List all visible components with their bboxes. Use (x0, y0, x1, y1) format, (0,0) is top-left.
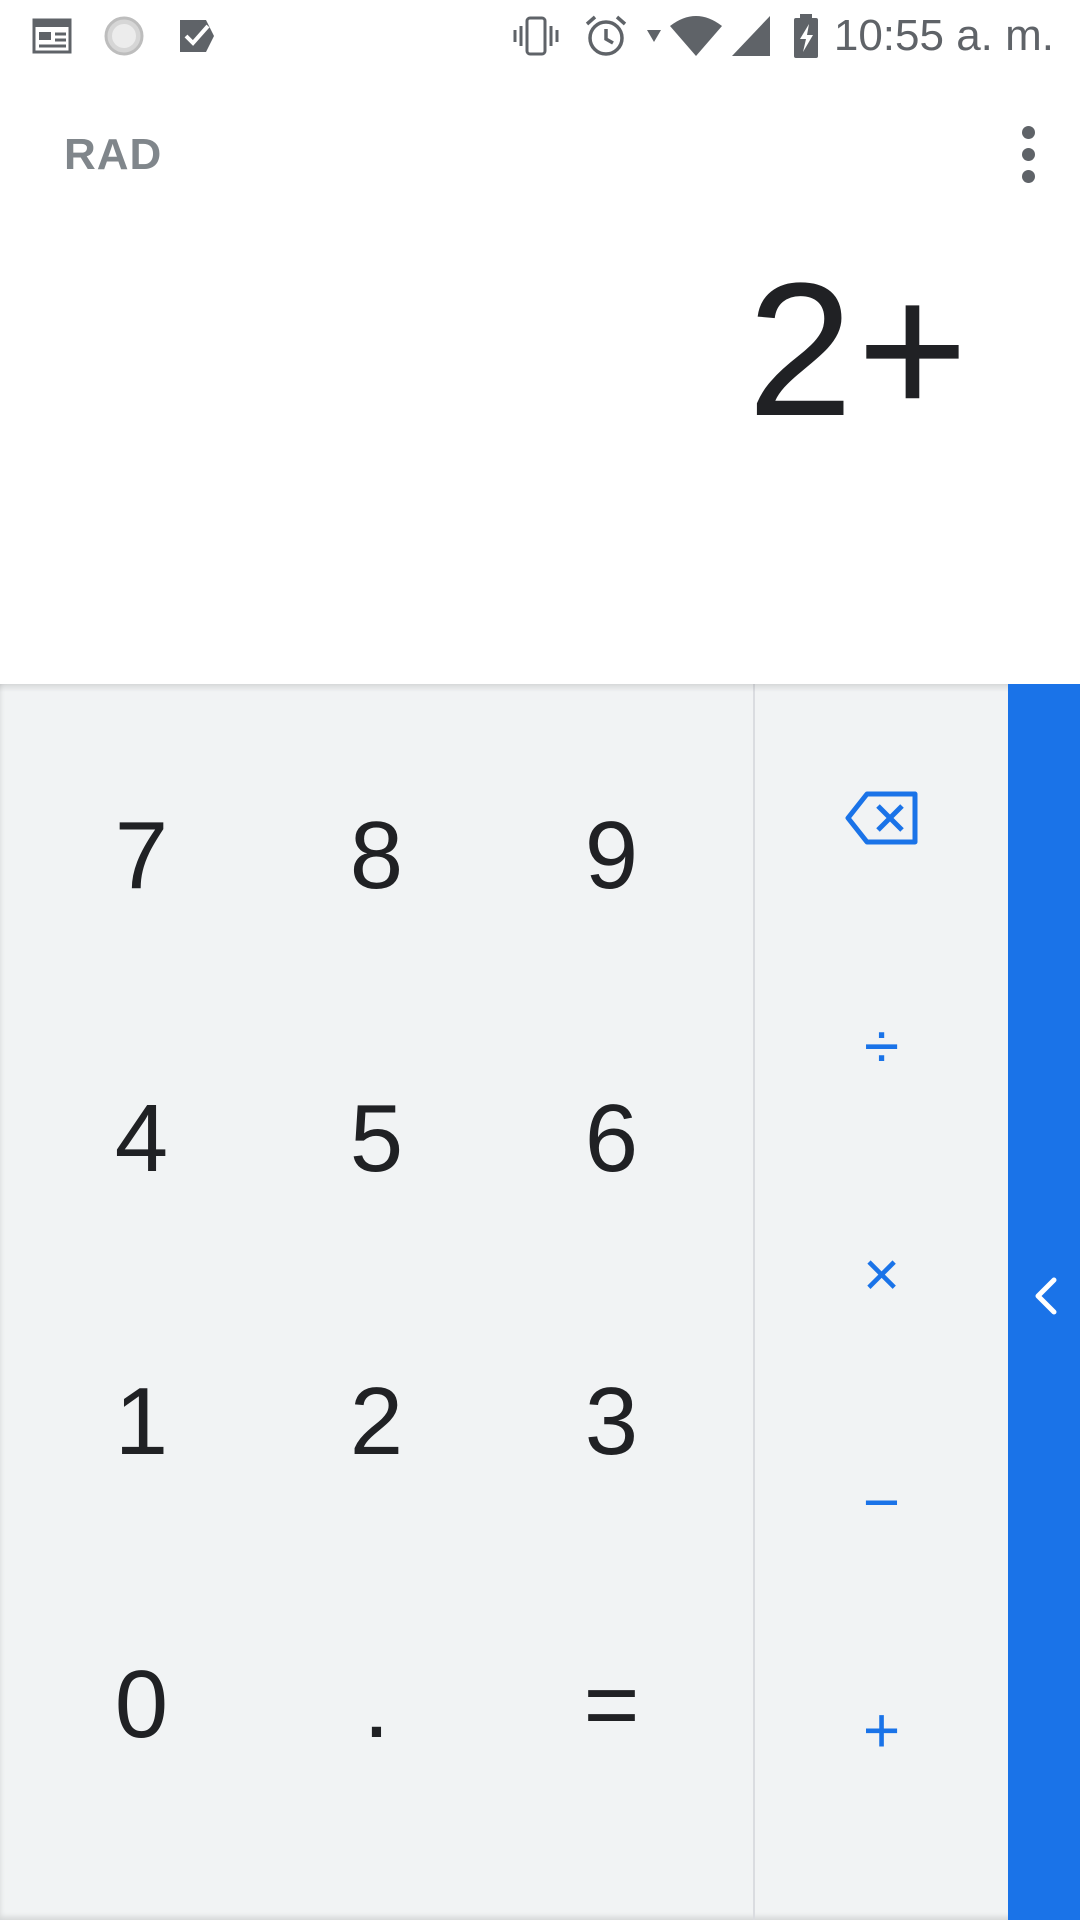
advanced-pad-drawer[interactable] (1008, 684, 1080, 1920)
wifi-icon (668, 12, 724, 60)
key-9[interactable]: 9 (494, 714, 729, 997)
key-4[interactable]: 4 (24, 997, 259, 1280)
chevron-left-icon (1035, 1277, 1057, 1315)
status-clock: 10:55 a. m. (833, 11, 1054, 60)
backspace-icon (845, 791, 917, 845)
more-vert-icon[interactable] (996, 114, 1060, 194)
battery-charging-icon (786, 12, 826, 60)
display-shadow (0, 684, 1008, 692)
status-bar: 10:55 a. m. (0, 0, 1080, 74)
key-2[interactable]: 2 (259, 1280, 494, 1563)
data-down-icon (644, 26, 664, 46)
key-7[interactable]: 7 (24, 714, 259, 997)
key-equals[interactable]: = (494, 1563, 729, 1846)
key-8[interactable]: 8 (259, 714, 494, 997)
loading-icon (100, 12, 148, 60)
angle-mode-toggle[interactable]: RAD (64, 130, 162, 180)
menu-dot (1021, 147, 1035, 161)
key-6[interactable]: 6 (494, 997, 729, 1280)
subtract-button[interactable]: − (755, 1388, 1008, 1616)
delete-button[interactable] (755, 704, 1008, 932)
menu-dot (1021, 125, 1035, 139)
operator-pad: ÷ × − + (755, 684, 1008, 1920)
key-decimal[interactable]: . (259, 1563, 494, 1846)
add-button[interactable]: + (755, 1616, 1008, 1844)
vibrate-icon (512, 12, 560, 60)
numeric-pad: 7 8 9 4 5 6 1 2 3 0 . = (0, 684, 753, 1920)
calendar-icon (28, 12, 76, 60)
key-1[interactable]: 1 (24, 1280, 259, 1563)
calculator-screen: 10:55 a. m. RAD 2+ 7 8 9 4 5 6 1 2 3 0 .… (0, 0, 1080, 1920)
alarm-icon (582, 12, 630, 60)
keypad: 7 8 9 4 5 6 1 2 3 0 . = ÷ × − + (0, 684, 1080, 1920)
key-0[interactable]: 0 (24, 1563, 259, 1846)
divide-button[interactable]: ÷ (755, 932, 1008, 1160)
key-5[interactable]: 5 (259, 997, 494, 1280)
menu-dot (1021, 169, 1035, 183)
key-3[interactable]: 3 (494, 1280, 729, 1563)
expression-display[interactable]: 2+ (747, 250, 972, 450)
display-area: RAD 2+ (0, 74, 1080, 684)
multiply-button[interactable]: × (755, 1160, 1008, 1388)
task-check-icon (172, 12, 220, 60)
signal-icon (728, 12, 776, 60)
